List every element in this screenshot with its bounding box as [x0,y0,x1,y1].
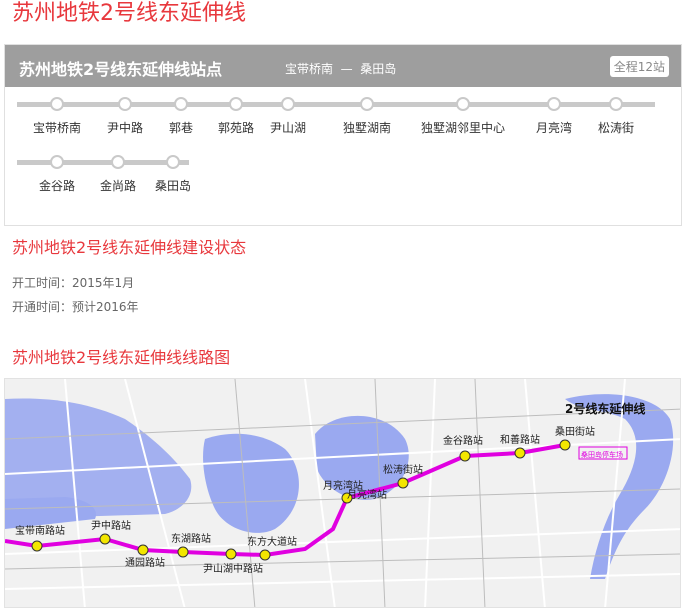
route-dash: — [340,62,353,76]
station-dot[interactable] [456,97,470,111]
map-station-marker[interactable] [31,540,43,552]
map-station-marker[interactable] [459,450,471,462]
station-dot[interactable] [111,155,125,169]
map-station-label: 尹山湖中路站 [203,562,263,575]
stations-panel-title: 苏州地铁2号线东延伸线站点 [19,60,223,79]
station-count-badge: 全程12站 [609,56,669,77]
map-station-label: 尹中路站 [91,519,131,532]
station-label[interactable]: 松涛街 [598,119,634,136]
map-station-label: 月亮湾站 [323,479,363,492]
station-dot[interactable] [166,155,180,169]
station-dot[interactable] [547,97,561,111]
station-dot[interactable] [174,97,188,111]
depot-label: 桑田岛停车场 [581,450,623,459]
map-station-label: 宝带南路站 [15,524,65,537]
station-label[interactable]: 金谷路 [39,177,75,194]
station-dot[interactable] [118,97,132,111]
map-station-label: 东湖路站 [171,532,211,545]
map-station-marker[interactable] [397,477,409,489]
station-line-segment [17,160,189,165]
stations-panel-header: 苏州地铁2号线东延伸线站点 宝带桥南 — 桑田岛 全程12站 [5,45,681,87]
station-label[interactable]: 独墅湖南 [343,119,391,136]
route-map-svg: 宝带南路站 尹中路站通园路站东湖路站尹山湖中路站 东方大道站 月亮湾站 松涛街站 金谷路站… [5,379,680,607]
map-station-label: 通园路站 [125,556,165,569]
map-station-marker[interactable] [514,447,526,459]
station-label[interactable]: 月亮湾 [536,119,572,136]
map-station-marker[interactable] [559,439,571,451]
map-station-marker[interactable] [225,548,237,560]
page-title: 苏州地铁2号线东延伸线 [12,1,246,26]
station-label[interactable]: 桑田岛 [155,177,191,194]
map-heading: 2号线东延伸线 [565,401,645,416]
open-time: 开通时间：预计2016年 [12,300,139,314]
station-dot[interactable] [50,155,64,169]
map-section-title: 苏州地铁2号线东延伸线线路图 [12,348,231,367]
station-dot[interactable] [50,97,64,111]
station-dot[interactable] [360,97,374,111]
map-station-label: 东方大道站 [247,535,297,548]
map-station-marker[interactable] [259,549,271,561]
station-label[interactable]: 独墅湖邻里中心 [421,119,505,136]
station-label[interactable]: 尹山湖 [270,119,306,136]
route-from: 宝带桥南 [285,62,334,76]
route-map[interactable]: 宝带南路站 尹中路站通园路站 东湖路站尹山湖中路站 东方大道站 月亮湾站 松涛街站 金谷路站… [4,378,681,608]
map-station-label: 金谷路站 [443,434,483,447]
station-label[interactable]: 宝带桥南 [33,119,81,136]
station-dot[interactable] [609,97,623,111]
map-station-label: 桑田街站 [555,425,595,438]
station-list: 宝带桥南 尹中路 郭巷 郭苑路 尹山湖 独墅湖南 独墅湖邻里中心 月亮湾 松涛街金谷路 金尚路 桑田… [5,97,681,217]
status-section-title: 苏州地铁2号线东延伸线建设状态 [12,238,247,257]
map-station-marker[interactable] [137,544,149,556]
map-station-label: 松涛街站 [383,463,423,476]
map-station-marker[interactable] [177,546,189,558]
route-summary: 宝带桥南 — 桑田岛 [285,60,396,77]
map-station-label: 和善路站 [500,433,540,446]
station-label[interactable]: 郭巷 [169,119,193,136]
stations-panel: 苏州地铁2号线东延伸线站点 宝带桥南 — 桑田岛 全程12站 宝带桥南 尹中路 郭巷… [4,44,682,226]
station-dot[interactable] [281,97,295,111]
station-label[interactable]: 郭苑路 [218,119,254,136]
start-time: 开工时间：2015年1月 [12,276,135,290]
station-label[interactable]: 尹中路 [107,119,143,136]
station-label[interactable]: 金尚路 [100,177,136,194]
route-to: 桑田岛 [360,62,397,76]
map-station-marker[interactable] [99,533,111,545]
station-dot[interactable] [229,97,243,111]
